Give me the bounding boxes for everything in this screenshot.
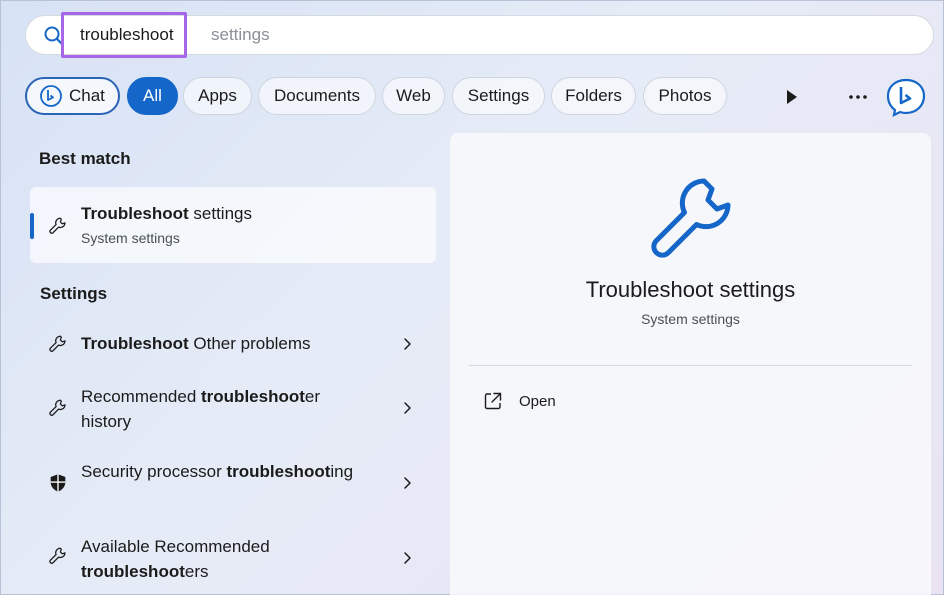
filter-all-button[interactable]: All: [127, 77, 178, 115]
list-item-label: Recommended troubleshooter history: [81, 387, 321, 431]
search-box[interactable]: troubleshoot settings: [25, 15, 934, 55]
best-match-subtitle: System settings: [81, 230, 180, 246]
filter-photos-label: Photos: [658, 86, 712, 105]
chevron-right-icon: [404, 402, 411, 414]
filter-apps-label: Apps: [198, 86, 237, 105]
list-item-label: Troubleshoot Other problems: [81, 334, 311, 353]
filter-folders-label: Folders: [565, 86, 622, 105]
list-item-label: Available Recommended troubleshooters: [81, 537, 270, 581]
play-icon[interactable]: [779, 85, 803, 109]
best-match-result[interactable]: Troubleshoot settings System settings: [30, 187, 436, 263]
more-options-icon[interactable]: [845, 85, 871, 109]
detail-panel: Troubleshoot settings System settings Op…: [450, 133, 931, 595]
wrench-icon: [49, 335, 66, 352]
chevron-right-icon: [404, 477, 411, 489]
best-match-heading: Best match: [39, 149, 131, 168]
shield-icon: [50, 474, 66, 492]
filter-documents-button[interactable]: Documents: [258, 77, 376, 115]
settings-heading: Settings: [40, 284, 108, 303]
filter-folders-button[interactable]: Folders: [551, 77, 636, 115]
list-item[interactable]: Troubleshoot Other problems: [30, 321, 436, 367]
search-input[interactable]: troubleshoot: [80, 25, 174, 45]
divider: [469, 365, 912, 366]
search-icon: [44, 26, 65, 47]
wrench-icon: [49, 547, 66, 564]
wrench-icon: [49, 399, 66, 416]
search-suggestion: settings: [211, 25, 270, 44]
filter-web-button[interactable]: Web: [382, 77, 445, 115]
open-external-icon[interactable]: [483, 391, 503, 411]
chevron-right-icon: [404, 338, 411, 350]
selection-indicator: [30, 213, 34, 239]
wrench-icon: [49, 217, 66, 234]
list-item[interactable]: Available Recommended troubleshooters: [30, 533, 436, 583]
filter-documents-label: Documents: [274, 86, 360, 105]
list-item[interactable]: Security processor troubleshooting: [30, 458, 436, 508]
filter-chat-label: Chat: [69, 86, 105, 105]
best-match-title: Troubleshoot settings: [81, 204, 252, 223]
windows-search-window: troubleshoot settings Chat All Apps Docu…: [0, 0, 944, 595]
list-item[interactable]: Recommended troubleshooter history: [30, 383, 436, 433]
list-item-label: Security processor troubleshooting: [81, 462, 354, 481]
chevron-right-icon: [404, 552, 411, 564]
filter-apps-button[interactable]: Apps: [183, 77, 252, 115]
detail-title: Troubleshoot settings: [585, 277, 796, 302]
filter-web-label: Web: [396, 86, 431, 105]
filter-settings-label: Settings: [467, 86, 530, 105]
bing-chat-icon: [40, 85, 62, 107]
detail-subtitle: System settings: [641, 311, 740, 327]
bing-icon[interactable]: [885, 77, 927, 117]
filter-chat-button[interactable]: Chat: [25, 77, 120, 115]
open-action-link[interactable]: Open: [519, 393, 556, 410]
filter-photos-button[interactable]: Photos: [643, 77, 727, 115]
wrench-icon: [651, 178, 731, 258]
filter-all-label: All: [143, 86, 162, 105]
filter-settings-button[interactable]: Settings: [452, 77, 545, 115]
